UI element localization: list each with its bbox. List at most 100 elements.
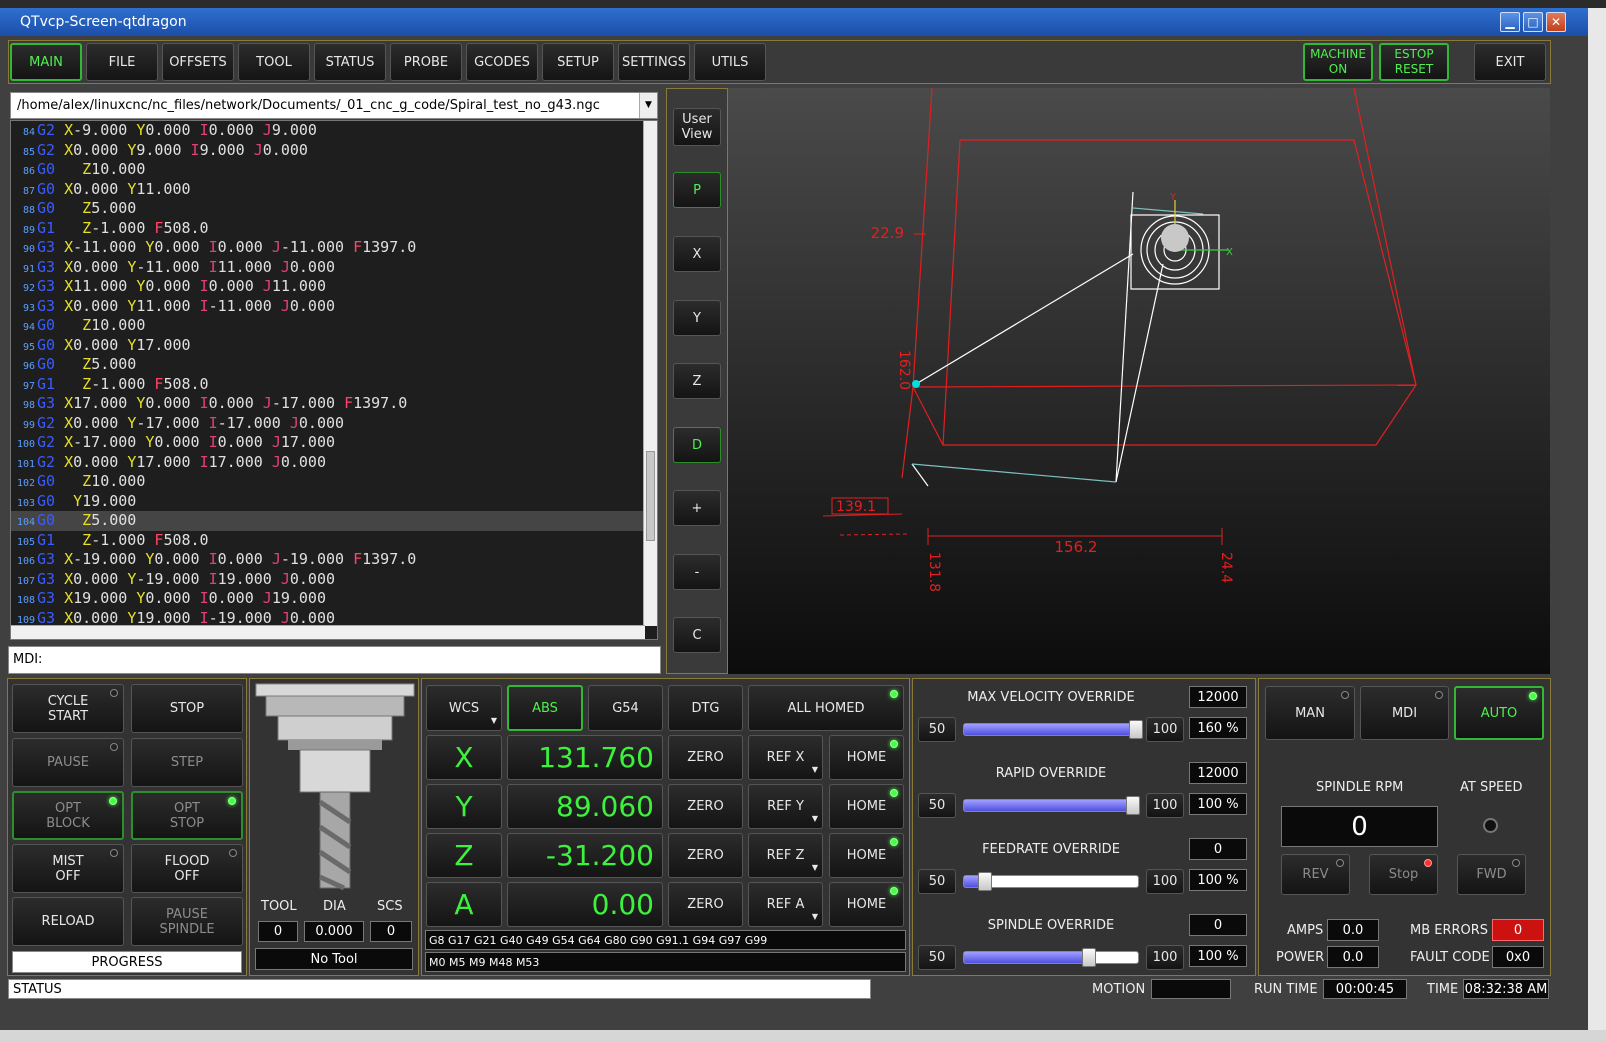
machine-on-button[interactable]: MACHINE ON [1303,43,1373,81]
override-max-button[interactable]: 100 [1146,945,1184,970]
tab-probe[interactable]: PROBE [390,43,462,81]
override-slider-handle[interactable] [1082,948,1097,967]
close-icon[interactable]: ✕ [1546,12,1566,32]
tab-setup[interactable]: SETUP [542,43,614,81]
auto-mode-button[interactable]: AUTO [1454,686,1544,740]
file-path-combo[interactable]: /home/alex/linuxcnc/nc_files/network/Doc… [10,92,658,119]
tab-status[interactable]: STATUS [314,43,386,81]
override-slider-handle[interactable] [1129,720,1144,739]
gcode-line[interactable]: 108 G3 X19.000 Y0.000 I0.000 J19.000 [11,589,657,609]
chevron-down-icon[interactable]: ▼ [639,93,657,118]
view-button-y[interactable]: Y [673,300,721,336]
editor-horizontal-scrollbar[interactable] [11,625,645,639]
view-button-zoom-out[interactable]: - [673,554,721,590]
estop-reset-button[interactable]: ESTOP RESET [1379,43,1449,81]
dtg-button[interactable]: DTG [668,685,743,731]
view-button-c[interactable]: C [673,617,721,653]
man-mode-button[interactable]: MAN [1265,686,1355,740]
flood-button[interactable]: FLOOD OFF [131,844,243,893]
tab-tool[interactable]: TOOL [238,43,310,81]
opt-block-button[interactable]: OPT BLOCK [12,791,124,840]
override-slider[interactable] [963,720,1144,739]
view-button-zoom-in[interactable]: + [673,490,721,526]
abs-button[interactable]: ABS [507,685,583,731]
gcode-line[interactable]: 91 G3 X0.000 Y-11.000 I11.000 J0.000 [11,258,657,278]
view-button-d[interactable]: D [673,427,721,463]
override-min-button[interactable]: 50 [918,717,956,742]
gcode-line[interactable]: 93 G3 X0.000 Y11.000 I-11.000 J0.000 [11,297,657,317]
override-slider-handle[interactable] [977,872,992,891]
tab-main[interactable]: MAIN [10,43,82,81]
gcode-line[interactable]: 100 G2 X-17.000 Y0.000 I0.000 J17.000 [11,433,657,453]
ref-a-button[interactable]: REF A ▼ [748,882,823,927]
gcode-line[interactable]: 97 G1 Z-1.000 F508.0 [11,375,657,395]
pause-spindle-button[interactable]: PAUSE SPINDLE [131,897,243,946]
mist-button[interactable]: MIST OFF [12,844,124,893]
zero-z-button[interactable]: ZERO [668,833,743,878]
tab-offsets[interactable]: OFFSETS [162,43,234,81]
gcode-line[interactable]: 84 G2 X-9.000 Y0.000 I0.000 J9.000 [11,121,657,141]
gcode-editor[interactable]: 84 G2 X-9.000 Y0.000 I0.000 J9.000 85 G2 X0… [10,120,658,640]
gcode-line[interactable]: 95 G0 X0.000 Y17.000 [11,336,657,356]
view-button-x[interactable]: X [673,236,721,272]
cycle-start-button[interactable]: CYCLE START [12,684,124,733]
maximize-icon[interactable]: □ [1523,12,1543,32]
zero-x-button[interactable]: ZERO [668,735,743,780]
spindle-rev-button[interactable]: REV [1281,854,1350,895]
editor-vertical-scrollbar[interactable] [643,121,657,626]
home-a-button[interactable]: HOME [829,882,904,927]
wcs-button[interactable]: WCS ▼ [426,685,502,731]
tab-gcodes[interactable]: GCODES [466,43,538,81]
gcode-line[interactable]: 98 G3 X17.000 Y0.000 I0.000 J-17.000 F139… [11,394,657,414]
step-button[interactable]: STEP [131,738,243,787]
home-y-button[interactable]: HOME [829,784,904,829]
override-slider[interactable] [963,948,1139,967]
tab-utils[interactable]: UTILS [694,43,766,81]
mdi-input[interactable]: MDI: [8,646,661,674]
tab-settings[interactable]: SETTINGS [618,43,690,81]
gcode-line[interactable]: 96 G0 Z5.000 [11,355,657,375]
spindle-stop-button[interactable]: Stop [1369,854,1438,895]
minimize-icon[interactable]: ▁ [1500,12,1520,32]
override-min-button[interactable]: 50 [918,945,956,970]
ref-z-button[interactable]: REF Z ▼ [748,833,823,878]
spindle-fwd-button[interactable]: FWD [1457,854,1526,895]
gcode-line[interactable]: 89 G1 Z-1.000 F508.0 [11,219,657,239]
ref-x-button[interactable]: REF X ▼ [748,735,823,780]
zero-a-button[interactable]: ZERO [668,882,743,927]
gcode-line[interactable]: 87 G0 X0.000 Y11.000 [11,180,657,200]
exit-button[interactable]: EXIT [1474,43,1546,81]
override-max-button[interactable]: 100 [1146,869,1184,894]
gcode-line[interactable]: 103 G0 Y19.000 [11,492,657,512]
stop-button[interactable]: STOP [131,684,243,733]
gcode-line[interactable]: 101 G2 X0.000 Y17.000 I17.000 J0.000 [11,453,657,473]
override-max-button[interactable]: 100 [1146,793,1184,818]
override-slider-handle[interactable] [1125,796,1140,815]
override-min-button[interactable]: 50 [918,869,956,894]
gcode-line[interactable]: 106 G3 X-19.000 Y0.000 I0.000 J-19.000 F1… [11,550,657,570]
home-z-button[interactable]: HOME [829,833,904,878]
gcode-line[interactable]: 85 G2 X0.000 Y9.000 I9.000 J0.000 [11,141,657,161]
gcode-line[interactable]: 105 G1 Z-1.000 F508.0 [11,531,657,551]
view-button-z[interactable]: Z [673,363,721,399]
scrollbar-thumb[interactable] [646,451,655,541]
reload-button[interactable]: RELOAD [12,897,124,946]
gcode-line[interactable]: 90 G3 X-11.000 Y0.000 I0.000 J-11.000 F13… [11,238,657,258]
view-button-user-view[interactable]: User View [673,108,721,146]
gcode-line[interactable]: 88 G0 Z5.000 [11,199,657,219]
gcode-line[interactable]: 107 G3 X0.000 Y-19.000 I19.000 J0.000 [11,570,657,590]
view-button-p[interactable]: P [673,172,721,208]
toolpath-graphics-view[interactable]: 22.9 156.2 162.0 139.1 131.8 24.4 Y X [728,87,1550,674]
override-slider[interactable] [963,872,1139,891]
pause-button[interactable]: PAUSE [12,738,124,787]
ref-y-button[interactable]: REF Y ▼ [748,784,823,829]
opt-stop-button[interactable]: OPT STOP [131,791,243,840]
gcode-line[interactable]: 92 G3 X11.000 Y0.000 I0.000 J11.000 [11,277,657,297]
gcode-line[interactable]: 86 G0 Z10.000 [11,160,657,180]
gcode-line[interactable]: 104 G0 Z5.000 [11,511,657,531]
override-slider[interactable] [963,796,1140,815]
gcode-line[interactable]: 94 G0 Z10.000 [11,316,657,336]
gcode-line[interactable]: 99 G2 X0.000 Y-17.000 I-17.000 J0.000 [11,414,657,434]
mdi-mode-button[interactable]: MDI [1360,686,1449,740]
override-min-button[interactable]: 50 [918,793,956,818]
